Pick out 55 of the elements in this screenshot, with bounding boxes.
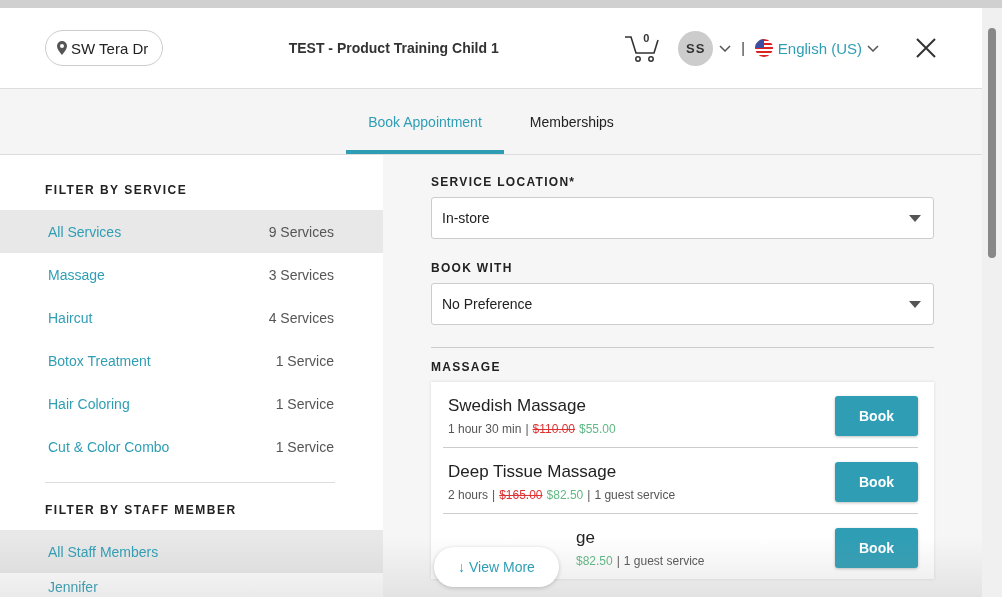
staff-name: Jennifer [48,579,98,595]
service-name: Massage [48,266,105,283]
service-count: 1 Service [275,352,334,369]
cart-icon [624,33,661,63]
service-detail: 1 guest service [623,554,705,568]
service-title: Deep Tissue Massage [448,462,618,482]
close-icon [915,37,937,59]
service-title: Swedish Massage [448,396,587,416]
original-price: $110.00 [532,422,575,436]
service-title: ge [576,528,596,548]
user-avatar[interactable]: SS [678,30,714,66]
service-name: Haircut [48,309,93,326]
location-pin-icon [57,41,67,55]
service-name: All Services [48,223,122,240]
service-detail: 1 guest service [594,488,676,502]
field-label: SERVICE LOCATION* [431,175,577,189]
separator: | [492,488,496,502]
cart-count: 0 [643,32,650,44]
sale-price: $82.50 [546,488,584,502]
category-heading: MASSAGE [431,360,502,374]
location-button[interactable]: SW Tera Dr [45,30,164,66]
original-price: $165.00 [499,488,543,502]
service-count: 3 Services [268,266,334,283]
caret-icon [909,214,921,222]
separator: | [741,40,745,56]
field-label: BOOK WITH [431,261,514,275]
chevron-down-icon[interactable] [719,44,732,52]
close-button[interactable] [915,37,937,59]
caret-icon [909,300,921,308]
sale-price: $55.00 [579,422,616,436]
service-count: 9 Services [268,223,334,240]
section-heading: FILTER BY SERVICE [44,182,189,197]
service-count: 1 Service [275,395,334,412]
service-count: 4 Services [268,309,334,326]
flag-icon [754,39,773,57]
separator: | [525,422,529,436]
separator: | [587,488,591,502]
sale-price: $82.50 [576,554,613,568]
chevron-down-icon [867,44,879,52]
book-with-select[interactable]: No Preference [431,283,934,325]
service-filter-item[interactable]: All Services 9 Services [0,210,383,253]
service-count: 1 Service [275,438,334,455]
service-detail: 2 hours [448,488,489,502]
staff-name: All Staff Members [48,543,159,560]
service-name: Botox Treatment [48,352,151,369]
service-location-select[interactable]: In-store [431,197,934,239]
tab[interactable]: Memberships [507,89,636,154]
cart-button[interactable]: 0 [624,32,663,64]
service-name: Cut & Color Combo [48,438,170,455]
service-detail: 1 hour 30 min [448,422,522,436]
separator: | [616,554,620,568]
service-name: Hair Coloring [48,395,130,412]
scrollbar[interactable] [982,8,1002,597]
section-heading: FILTER BY STAFF MEMBER [44,502,238,517]
page-title: TEST - Product Training Child 1 [287,40,500,56]
